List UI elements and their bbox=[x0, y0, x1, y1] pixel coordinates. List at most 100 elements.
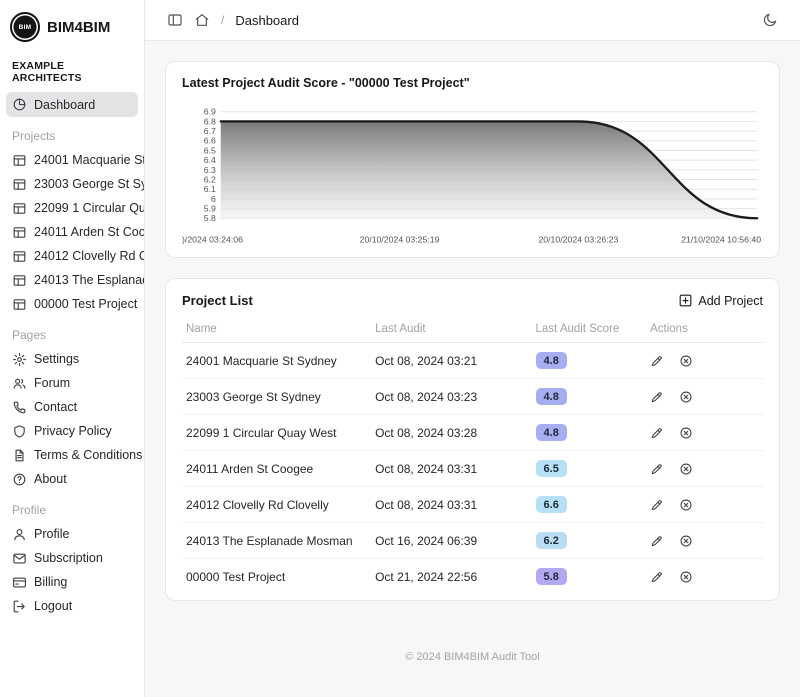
sidebar-toggle-icon[interactable] bbox=[167, 12, 183, 28]
svg-text:6.7: 6.7 bbox=[204, 126, 216, 136]
sidebar-item-project-24012[interactable]: 24012 Clovelly Rd Clovelly bbox=[0, 244, 144, 268]
page-content: Latest Project Audit Score - "00000 Test… bbox=[145, 41, 800, 697]
table-icon bbox=[12, 225, 27, 240]
score-badge: 6.5 bbox=[535, 460, 567, 478]
users-icon bbox=[12, 376, 27, 391]
logo-glyph: BIM bbox=[18, 23, 32, 31]
document-icon bbox=[12, 448, 27, 463]
score-cell: 4.8 bbox=[535, 352, 651, 370]
phone-icon bbox=[12, 400, 27, 415]
sidebar-item-label: 23003 George St Sydney bbox=[34, 177, 144, 191]
edit-icon[interactable] bbox=[650, 390, 664, 404]
table-row: 24011 Arden St Coogee Oct 08, 2024 03:31… bbox=[182, 451, 763, 488]
table-row: 24001 Macquarie St Sydney Oct 08, 2024 0… bbox=[182, 343, 763, 380]
svg-text:6.9: 6.9 bbox=[204, 107, 216, 117]
sidebar-item-billing[interactable]: Billing bbox=[0, 570, 144, 594]
svg-text:21/10/2024 10:56:40: 21/10/2024 10:56:40 bbox=[681, 234, 761, 244]
plus-square-icon bbox=[678, 293, 693, 308]
add-project-button[interactable]: Add Project bbox=[678, 293, 763, 308]
sidebar-item-project-22099[interactable]: 22099 1 Circular Quay West bbox=[0, 196, 144, 220]
project-name: 24001 Macquarie St Sydney bbox=[186, 353, 337, 368]
sidebar-item-settings[interactable]: Settings bbox=[0, 347, 144, 371]
project-list-card: Project List Add Project Name Last Audit… bbox=[165, 278, 780, 602]
table-header-row: Name Last Audit Last Audit Score Actions bbox=[182, 316, 763, 344]
delete-icon[interactable] bbox=[679, 498, 693, 512]
sidebar-item-label: About bbox=[34, 472, 67, 486]
svg-text:6: 6 bbox=[211, 194, 216, 204]
delete-icon[interactable] bbox=[679, 462, 693, 476]
delete-icon[interactable] bbox=[679, 570, 693, 584]
shield-icon bbox=[12, 424, 27, 439]
home-icon[interactable] bbox=[194, 12, 210, 28]
last-audit-date: Oct 16, 2024 06:39 bbox=[375, 533, 478, 548]
top-bar: / Dashboard bbox=[145, 0, 800, 41]
sidebar-item-project-23003[interactable]: 23003 George St Sydney bbox=[0, 172, 144, 196]
sidebar-item-contact[interactable]: Contact bbox=[0, 395, 144, 419]
score-cell: 4.8 bbox=[535, 388, 651, 406]
table-icon bbox=[12, 249, 27, 264]
score-cell: 6.2 bbox=[535, 532, 651, 550]
project-list-title: Project List bbox=[182, 293, 253, 309]
sidebar-item-about[interactable]: About bbox=[0, 467, 144, 491]
sidebar-item-label: Forum bbox=[34, 376, 71, 390]
sidebar-item-project-24011[interactable]: 24011 Arden St Coogee bbox=[0, 220, 144, 244]
brand: BIM BIM4BIM bbox=[0, 10, 144, 54]
last-audit-date: Oct 08, 2024 03:23 bbox=[375, 389, 478, 404]
sidebar-item-dashboard[interactable]: Dashboard bbox=[6, 92, 138, 117]
workspace-name: EXAMPLE ARCHITECTS bbox=[12, 60, 82, 84]
sidebar-item-label: Contact bbox=[34, 400, 78, 414]
sidebar-item-label: 00000 Test Project bbox=[34, 297, 138, 311]
add-project-label: Add Project bbox=[698, 293, 763, 308]
project-name: 24011 Arden St Coogee bbox=[186, 461, 314, 476]
sidebar-item-label: 22099 1 Circular Quay West bbox=[34, 201, 144, 215]
sidebar-item-logout[interactable]: Logout bbox=[0, 594, 144, 618]
score-badge: 5.8 bbox=[535, 568, 567, 586]
column-header-name: Name bbox=[186, 323, 217, 336]
edit-icon[interactable] bbox=[650, 354, 664, 368]
sidebar-item-project-24001[interactable]: 24001 Macquarie St Sydney bbox=[0, 148, 144, 172]
table-icon bbox=[12, 177, 27, 192]
sidebar-item-terms[interactable]: Terms & Conditions bbox=[0, 443, 144, 467]
score-cell: 6.5 bbox=[535, 460, 651, 478]
sidebar-item-profile[interactable]: Profile bbox=[0, 522, 144, 546]
edit-icon[interactable] bbox=[650, 570, 664, 584]
app-window: BIM BIM4BIM EXAMPLE ARCHITECTS Dashboard… bbox=[0, 0, 800, 697]
score-cell: 4.8 bbox=[535, 424, 651, 442]
sidebar-item-privacy-policy[interactable]: Privacy Policy bbox=[0, 419, 144, 443]
sidebar-item-subscription[interactable]: Subscription bbox=[0, 546, 144, 570]
table-row: 00000 Test Project Oct 21, 2024 22:56 5.… bbox=[182, 559, 763, 594]
table-icon bbox=[12, 297, 27, 312]
sidebar-item-project-24013[interactable]: 24013 The Esplanade Mosman bbox=[0, 268, 144, 292]
svg-text:20/10/2024 03:25:19: 20/10/2024 03:25:19 bbox=[360, 234, 440, 244]
delete-icon[interactable] bbox=[679, 354, 693, 368]
project-list-header: Project List Add Project bbox=[182, 293, 763, 308]
sidebar-item-label: Billing bbox=[34, 575, 68, 589]
svg-text:5.9: 5.9 bbox=[204, 203, 216, 213]
score-badge: 4.8 bbox=[535, 388, 567, 406]
score-badge: 4.8 bbox=[535, 352, 567, 370]
delete-icon[interactable] bbox=[679, 390, 693, 404]
project-name: 22099 1 Circular Quay West bbox=[186, 425, 337, 440]
table-row: 23003 George St Sydney Oct 08, 2024 03:2… bbox=[182, 379, 763, 416]
logout-icon bbox=[12, 599, 27, 614]
sidebar-item-label: Subscription bbox=[34, 551, 103, 565]
svg-text:6.5: 6.5 bbox=[204, 145, 216, 155]
edit-icon[interactable] bbox=[650, 426, 664, 440]
sidebar-item-forum[interactable]: Forum bbox=[0, 371, 144, 395]
edit-icon[interactable] bbox=[650, 462, 664, 476]
svg-text:)/2024 03:24:06: )/2024 03:24:06 bbox=[182, 234, 243, 244]
column-header-score: Last Audit Score bbox=[535, 323, 620, 336]
sidebar-item-project-00000[interactable]: 00000 Test Project bbox=[0, 292, 144, 316]
audit-score-chart-card: Latest Project Audit Score - "00000 Test… bbox=[165, 61, 780, 259]
delete-icon[interactable] bbox=[679, 426, 693, 440]
edit-icon[interactable] bbox=[650, 534, 664, 548]
last-audit-date: Oct 08, 2024 03:31 bbox=[375, 461, 478, 476]
svg-text:6.8: 6.8 bbox=[204, 116, 216, 126]
dark-mode-toggle[interactable] bbox=[762, 12, 778, 28]
score-cell: 5.8 bbox=[535, 568, 651, 586]
delete-icon[interactable] bbox=[679, 534, 693, 548]
project-name: 23003 George St Sydney bbox=[186, 389, 321, 404]
edit-icon[interactable] bbox=[650, 498, 664, 512]
app-logo: BIM bbox=[10, 12, 40, 42]
svg-text:6.3: 6.3 bbox=[204, 165, 216, 175]
